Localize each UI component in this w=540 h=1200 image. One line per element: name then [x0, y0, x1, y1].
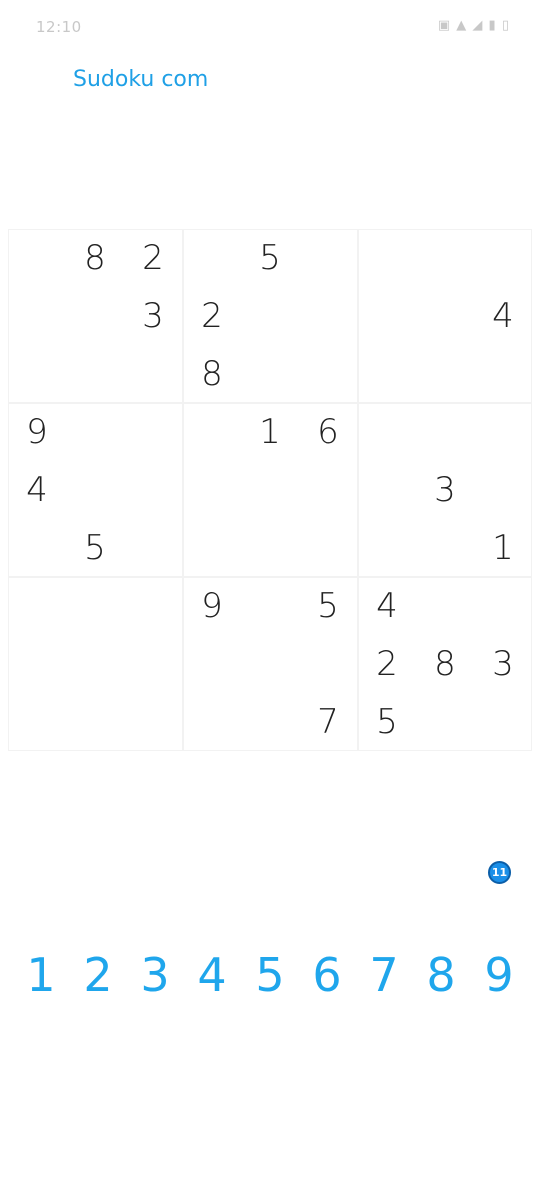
sudoku-cell[interactable] — [183, 403, 241, 461]
sudoku-cell[interactable] — [358, 403, 416, 461]
sudoku-cell[interactable]: 8 — [183, 345, 241, 403]
sudoku-cell[interactable]: 2 — [358, 635, 416, 693]
sudoku-cell[interactable]: 7 — [299, 693, 357, 751]
sudoku-cell[interactable] — [241, 519, 299, 577]
sudoku-cell[interactable] — [8, 287, 66, 345]
sudoku-cell[interactable]: 4 — [8, 461, 66, 519]
sudoku-cell[interactable]: 5 — [241, 229, 299, 287]
number-key[interactable]: 5 — [242, 945, 298, 1005]
sudoku-cell[interactable]: 3 — [474, 635, 532, 693]
sudoku-cell[interactable]: 1 — [241, 403, 299, 461]
sudoku-cell[interactable] — [124, 693, 182, 751]
sudoku-cell[interactable] — [299, 287, 357, 345]
sudoku-cell[interactable]: 5 — [358, 693, 416, 751]
sudoku-cell[interactable]: 5 — [299, 577, 357, 635]
sudoku-cell[interactable]: 9 — [8, 403, 66, 461]
sudoku-cell[interactable]: 3 — [416, 461, 474, 519]
sudoku-cell[interactable]: 6 — [299, 403, 357, 461]
sudoku-cell[interactable] — [124, 577, 182, 635]
sudoku-cell[interactable] — [8, 577, 66, 635]
sudoku-cell[interactable] — [8, 519, 66, 577]
sudoku-cell[interactable] — [124, 519, 182, 577]
sudoku-cell[interactable] — [416, 345, 474, 403]
sudoku-cell[interactable]: 1 — [474, 519, 532, 577]
sudoku-board: 8253248916435195428375 — [8, 229, 532, 751]
sudoku-cell[interactable] — [124, 403, 182, 461]
sudoku-cell[interactable] — [66, 693, 124, 751]
sudoku-cell[interactable] — [474, 345, 532, 403]
sudoku-cell[interactable] — [241, 287, 299, 345]
sudoku-cell[interactable]: 8 — [66, 229, 124, 287]
sudoku-cell[interactable] — [241, 635, 299, 693]
number-key[interactable]: 8 — [413, 945, 469, 1005]
sudoku-cell[interactable] — [241, 461, 299, 519]
status-time: 12:10 — [36, 18, 82, 36]
sudoku-cell[interactable]: 2 — [124, 229, 182, 287]
sudoku-cell[interactable]: 3 — [124, 287, 182, 345]
number-key[interactable]: 2 — [70, 945, 126, 1005]
sudoku-cell[interactable] — [416, 519, 474, 577]
sudoku-cell[interactable] — [299, 461, 357, 519]
sudoku-cell[interactable] — [358, 519, 416, 577]
sudoku-cell[interactable] — [416, 693, 474, 751]
sudoku-cell[interactable] — [8, 229, 66, 287]
sudoku-cell[interactable] — [358, 345, 416, 403]
sudoku-cell[interactable] — [474, 577, 532, 635]
sudoku-cell[interactable] — [183, 519, 241, 577]
sudoku-cell[interactable] — [474, 403, 532, 461]
sudoku-cell[interactable] — [299, 519, 357, 577]
sudoku-cell[interactable] — [474, 461, 532, 519]
sudoku-cell[interactable] — [241, 345, 299, 403]
sudoku-cell[interactable] — [66, 345, 124, 403]
notification-badge[interactable]: 11 — [488, 861, 511, 884]
number-key[interactable]: 6 — [299, 945, 355, 1005]
sudoku-cell[interactable]: 4 — [474, 287, 532, 345]
status-bar: 12:10 ▣ ▲ ◢ ▮ ▯ — [0, 0, 540, 56]
sudoku-cell[interactable]: 8 — [416, 635, 474, 693]
sudoku-cell[interactable] — [474, 229, 532, 287]
sudoku-cell[interactable] — [299, 635, 357, 693]
sudoku-cell[interactable] — [299, 345, 357, 403]
number-key[interactable]: 1 — [13, 945, 69, 1005]
sudoku-cell[interactable] — [474, 693, 532, 751]
number-key[interactable]: 3 — [127, 945, 183, 1005]
sudoku-cell[interactable] — [66, 287, 124, 345]
sudoku-cell[interactable] — [66, 461, 124, 519]
sudoku-cell[interactable] — [183, 229, 241, 287]
sudoku-cell[interactable] — [416, 577, 474, 635]
sudoku-cell[interactable] — [416, 403, 474, 461]
sudoku-cell[interactable] — [358, 287, 416, 345]
sudoku-cell[interactable] — [124, 461, 182, 519]
sudoku-cell[interactable] — [124, 635, 182, 693]
sudoku-cell[interactable] — [358, 229, 416, 287]
sudoku-cell[interactable] — [8, 345, 66, 403]
sudoku-cell[interactable] — [358, 461, 416, 519]
sudoku-cell[interactable] — [66, 403, 124, 461]
sudoku-cell[interactable] — [124, 345, 182, 403]
sudoku-cell[interactable] — [183, 461, 241, 519]
sudoku-cell[interactable] — [66, 635, 124, 693]
sudoku-cell[interactable] — [241, 693, 299, 751]
number-pad: 123456789 — [0, 945, 540, 1005]
sudoku-cell[interactable] — [183, 635, 241, 693]
number-key[interactable]: 9 — [471, 945, 527, 1005]
sudoku-cell[interactable] — [66, 577, 124, 635]
status-icons: ▣ ▲ ◢ ▮ ▯ — [437, 18, 510, 33]
number-key[interactable]: 4 — [184, 945, 240, 1005]
sudoku-cell[interactable] — [241, 577, 299, 635]
sudoku-cell[interactable]: 2 — [183, 287, 241, 345]
sudoku-cell[interactable] — [183, 693, 241, 751]
sudoku-cell[interactable] — [299, 229, 357, 287]
sudoku-cell[interactable] — [8, 635, 66, 693]
sudoku-cell[interactable] — [8, 693, 66, 751]
sudoku-cell[interactable]: 9 — [183, 577, 241, 635]
sudoku-cell[interactable]: 5 — [66, 519, 124, 577]
number-key[interactable]: 7 — [356, 945, 412, 1005]
sudoku-cell[interactable]: 4 — [358, 577, 416, 635]
sudoku-cell[interactable] — [416, 287, 474, 345]
app-title: Sudoku com — [73, 67, 209, 92]
sudoku-cell[interactable] — [416, 229, 474, 287]
